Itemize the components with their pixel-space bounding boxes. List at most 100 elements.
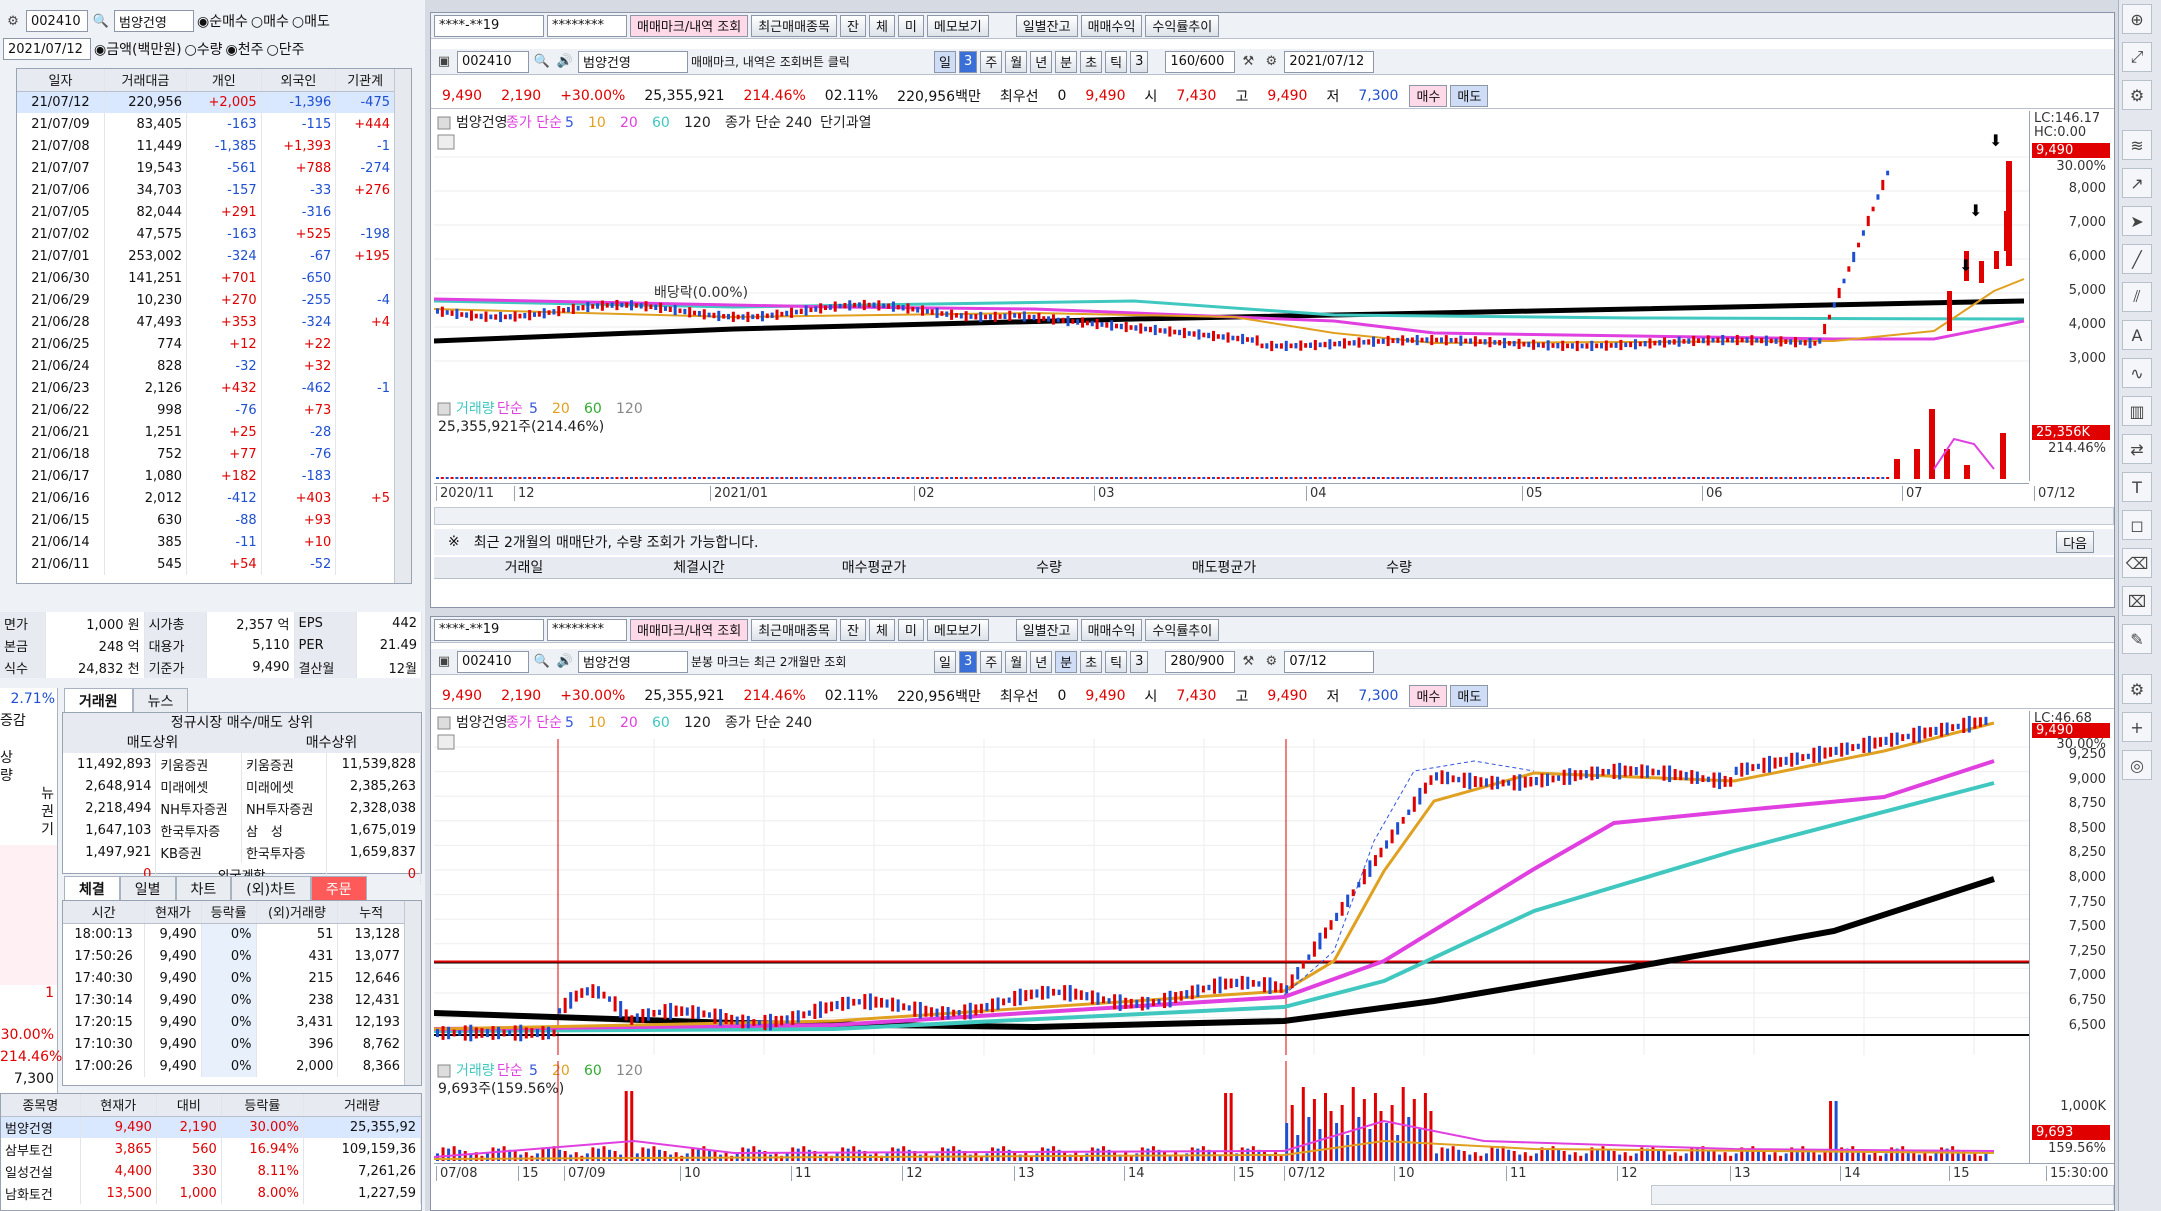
table-row[interactable]: 21/06/30 141,251 +701 -650 [17,267,395,289]
buy-radio[interactable]: ○매수 [251,11,289,31]
plus-icon[interactable]: + [2122,712,2152,742]
password-input[interactable]: ******** [547,618,627,641]
date-input[interactable]: 2021/07/12 [3,38,91,60]
period-button[interactable]: 일 [934,50,956,73]
buy-button[interactable]: 매수 [1409,684,1448,707]
table-row[interactable]: 일성건설 4,400 330 8.11% 7,261,26 [1,1160,422,1182]
period-button[interactable]: 주 [980,650,1003,673]
speaker-icon[interactable]: 🔊 [555,652,575,672]
col-header[interactable]: 일자 [17,69,105,92]
search-icon[interactable]: 🔍 [532,652,552,672]
table-row[interactable]: 21/06/28 47,493 +353 -324 +4 [17,311,395,333]
col-header[interactable]: 종목명 [1,1094,81,1117]
net-buy-radio[interactable]: ◉순매수 [197,11,248,31]
period-button[interactable]: 월 [1005,650,1028,673]
tool-icon[interactable]: ⚒ [1238,652,1258,672]
trade-col-header[interactable]: 수량 [1314,557,1484,578]
trade-col-header[interactable]: 체결시간 [614,557,784,578]
unit-radio-1[interactable]: ◉천주 [226,39,264,59]
toolbar-button[interactable]: 최근매매종목 [751,618,837,641]
search-icon[interactable]: 🔍 [532,52,552,72]
account-select[interactable]: ****-**19 [434,618,544,641]
period-button[interactable]: 분 [1055,650,1078,673]
flow-icon[interactable]: ≋ [2122,130,2152,160]
note-icon[interactable]: ✎ [2122,624,2152,654]
table-row[interactable]: 21/07/01 253,002 -324 -67 +195 [17,245,395,267]
period-button[interactable]: 월 [1005,50,1028,73]
col-header[interactable]: 외국인 [261,69,337,92]
table-row[interactable]: 삼부토건 3,865 560 16.94% 109,159,36 [1,1138,422,1160]
sell-radio[interactable]: ○매도 [292,11,330,31]
bottom-scrollbar[interactable] [1651,1185,2114,1205]
period-button[interactable]: 초 [1080,650,1103,673]
shape-icon[interactable]: ◻ [2122,510,2152,540]
table-row[interactable]: 21/06/18 752 +77 -76 [17,443,395,465]
speaker-icon[interactable]: 🔊 [555,52,575,72]
period-button[interactable]: 분 [1055,50,1078,73]
sell-button[interactable]: 매도 [1450,84,1489,107]
qty-radio[interactable]: ○수량 [185,39,223,59]
tab-tick[interactable]: 일별 [119,876,176,901]
unit-radio-2[interactable]: ○단주 [267,39,305,59]
period-button[interactable]: 3 [1130,50,1149,73]
table-row[interactable]: 21/06/15 630 -88 +93 [17,509,395,531]
col-header[interactable]: 현재가 [144,901,202,924]
tab-news[interactable]: 뉴스 [132,688,189,713]
toolbar-button[interactable]: 수익률추이 [1145,618,1220,641]
toolbar-button[interactable]: 미 [897,14,924,37]
table-row[interactable]: 21/07/05 82,044 +291 -316 [17,201,395,223]
settings-icon[interactable]: ⚙ [2122,674,2152,704]
candle-icon[interactable]: ▥ [2122,396,2152,426]
next-button[interactable]: 다음 [2056,531,2094,553]
password-input[interactable]: ******** [547,14,627,37]
table-row[interactable]: 21/06/24 828 -32 +32 [17,355,395,377]
stock-code-input[interactable]: 002410 [26,10,88,32]
trend-icon[interactable]: ↗ [2122,168,2152,198]
trade-col-header[interactable]: 수량 [964,557,1134,578]
toolbar-button[interactable]: 메모보기 [926,14,989,37]
tab-tick[interactable]: (외)차트 [231,876,311,901]
period-button[interactable]: 3 [958,50,978,73]
col-header[interactable]: 시간 [63,901,146,924]
col-header[interactable]: 대비 [156,1094,222,1117]
period-button[interactable]: 년 [1030,650,1053,673]
date-input[interactable]: 2021/07/12 [1284,50,1375,73]
period-button[interactable]: 3 [1130,650,1149,673]
exchange-icon[interactable]: ⇄ [2122,434,2152,464]
period-button[interactable]: 년 [1030,50,1053,73]
chart-icon[interactable]: ▣ [434,652,454,672]
table-row[interactable]: 21/06/11 545 +54 -52 [17,553,395,575]
date-input[interactable]: 07/12 [1284,650,1375,673]
stock-code-input[interactable]: 002410 [457,650,529,673]
table-row[interactable]: 21/06/17 1,080 +182 -183 [17,465,395,487]
search-icon[interactable]: 🔍 [91,11,111,31]
toolbar-button[interactable]: 매매마크/내역 조회 [630,14,749,37]
sell-button[interactable]: 매도 [1450,684,1489,707]
col-header[interactable]: 등락률 [221,1094,304,1117]
investor-scrollbar[interactable] [394,69,411,583]
tab-tick[interactable]: 주문 [310,876,367,901]
text-icon[interactable]: T [2122,472,2152,502]
table-row[interactable]: 21/07/07 19,543 -561 +788 -274 [17,157,395,179]
toolbar-button[interactable]: 수익률추이 [1145,14,1220,37]
count-input[interactable]: 280/900 [1165,650,1236,673]
buy-button[interactable]: 매수 [1409,84,1448,107]
col-header[interactable]: 개인 [186,69,262,92]
toolbar-button[interactable]: 체 [868,14,895,37]
gear-icon[interactable]: ⚙ [2122,80,2152,110]
period-button[interactable]: 틱 [1105,50,1128,73]
table-row[interactable]: 범양건영 9,490 2,190 30.00% 25,355,92 [1,1116,422,1138]
tab-broker[interactable]: 거래원 [64,688,133,713]
tick-scrollbar[interactable] [404,901,421,1085]
stock-code-input[interactable]: 002410 [457,50,529,73]
tab-tick[interactable]: 차트 [175,876,232,901]
period-button[interactable]: 틱 [1105,650,1128,673]
eraser-icon[interactable]: ⌫ [2122,548,2152,578]
table-row[interactable]: 21/06/29 10,230 +270 -255 -4 [17,289,395,311]
gear-icon[interactable]: ⚙ [3,11,23,31]
table-row[interactable]: 21/07/06 34,703 -157 -33 +276 [17,179,395,201]
table-row[interactable]: 21/07/09 83,405 -163 -115 +444 [17,113,395,135]
top-scrollbar[interactable] [434,507,2114,525]
table-row[interactable]: 21/06/25 774 +12 +22 [17,333,395,355]
table-row[interactable]: 21/06/21 1,251 +25 -28 [17,421,395,443]
